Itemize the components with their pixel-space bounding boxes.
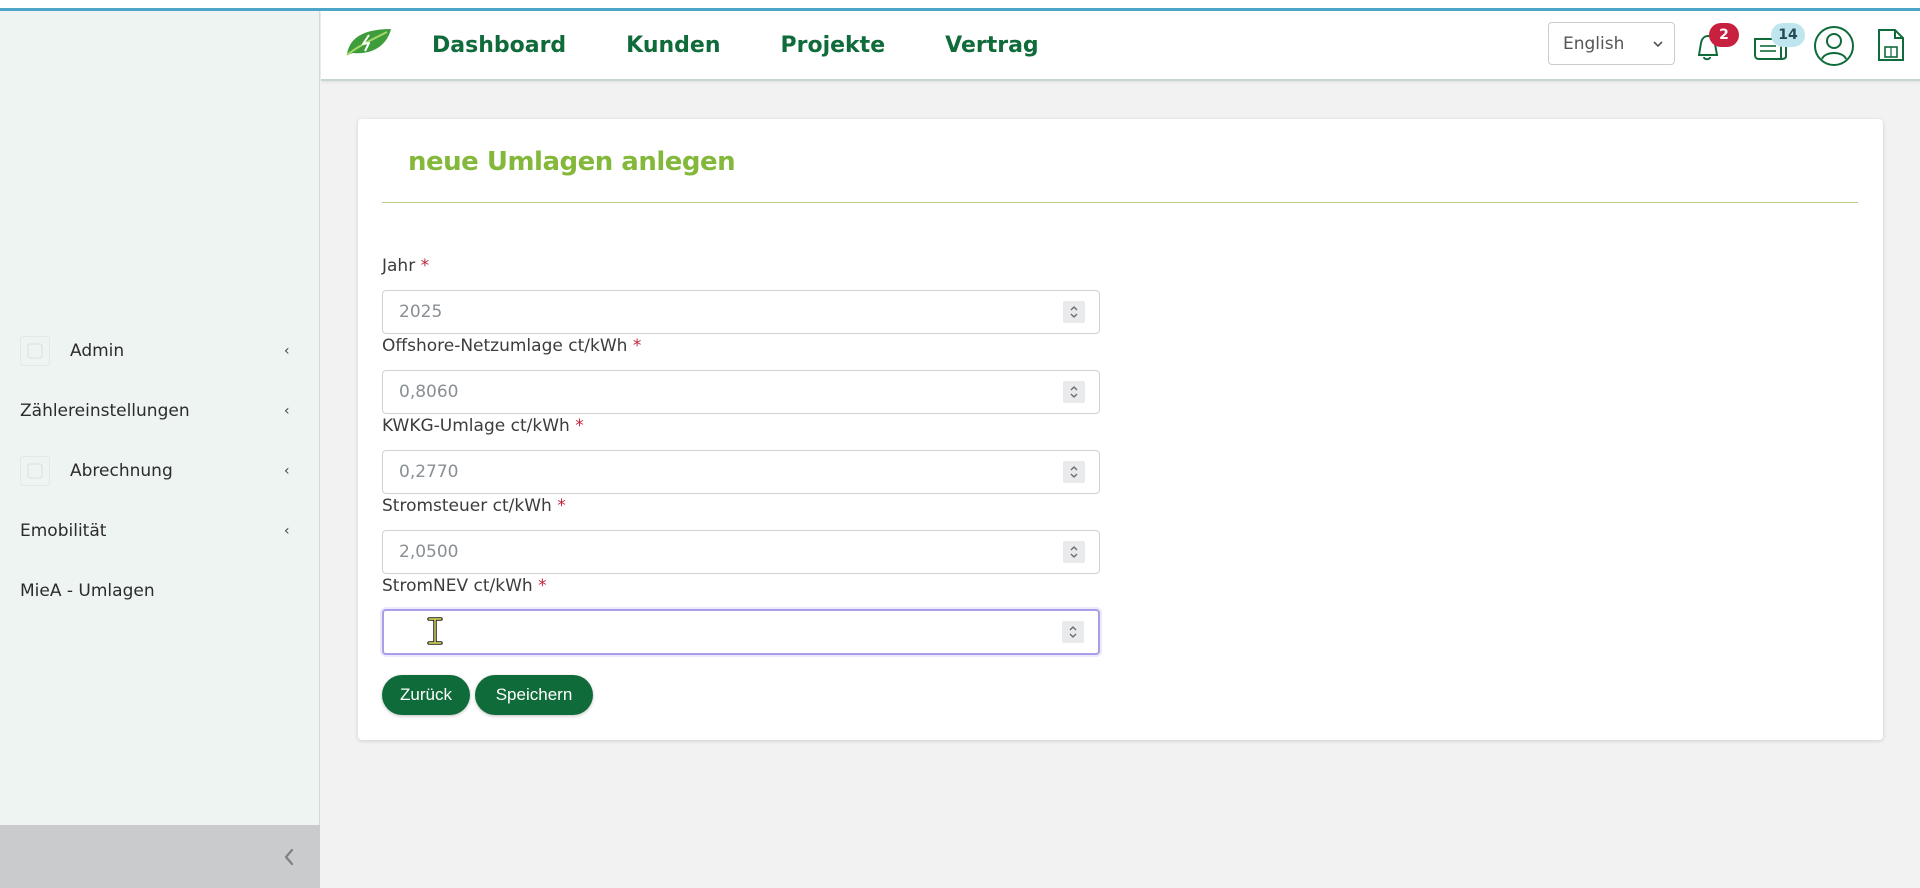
document-building-icon [1878, 29, 1904, 61]
offshore-input-value: 0,8060 [399, 382, 459, 402]
nav-vertrag[interactable]: Vertrag [945, 33, 1039, 58]
offshore-netzumlage-input[interactable]: 0,8060 [382, 370, 1100, 414]
chevron-up-icon [1070, 306, 1078, 311]
billing-icon [20, 456, 50, 486]
chevron-down-icon [1070, 393, 1078, 398]
text-cursor-icon [427, 617, 443, 645]
chevron-down-icon [1070, 313, 1078, 318]
field-label-text: Jahr [382, 256, 416, 276]
field-label-stromnev: StromNEV ct/kWh * [382, 576, 547, 596]
field-label-offshore: Offshore-Netzumlage ct/kWh * [382, 336, 641, 356]
stromsteuer-input-value: 2,0500 [399, 542, 459, 562]
page-title: neue Umlagen anlegen [408, 147, 736, 177]
sidebar: Admin ‹ Zählereinstellungen ‹ Abrechnung… [0, 11, 320, 888]
top-accent-line [0, 0, 1920, 11]
field-label-text: KWKG-Umlage ct/kWh [382, 416, 570, 436]
user-avatar-icon [1814, 26, 1854, 66]
required-marker: * [420, 256, 430, 276]
field-label-kwkg: KWKG-Umlage ct/kWh * [382, 416, 584, 436]
chevron-up-icon [1070, 466, 1078, 471]
sidebar-item-emobilitaet[interactable]: Emobilität ‹ [0, 507, 320, 555]
field-label-text: Stromsteuer ct/kWh [382, 496, 552, 516]
kwkg-input-value: 0,2770 [399, 462, 459, 482]
notifications-button[interactable]: 2 [1691, 23, 1739, 65]
required-marker: * [538, 576, 547, 596]
required-marker: * [557, 496, 566, 516]
number-spinner[interactable] [1063, 381, 1085, 403]
sidebar-item-label: Zählereinstellungen [20, 401, 190, 421]
top-header: Dashboard Kunden Projekte Vertrag Englis… [321, 11, 1920, 81]
chevron-left-icon [284, 848, 294, 865]
stromnev-input[interactable] [382, 609, 1100, 655]
jahr-input[interactable]: 2025 [382, 290, 1100, 334]
document-building-button[interactable] [1876, 27, 1910, 67]
user-profile-button[interactable] [1813, 25, 1857, 69]
field-label-text: Offshore-Netzumlage ct/kWh [382, 336, 628, 356]
sidebar-item-miea-umlagen[interactable]: MieA - Umlagen [0, 567, 320, 615]
sidebar-item-admin[interactable]: Admin ‹ [0, 327, 320, 375]
field-label-jahr: Jahr * [382, 256, 429, 276]
nav-dashboard[interactable]: Dashboard [432, 33, 566, 58]
news-count-badge: 14 [1771, 23, 1805, 47]
nav-projekte[interactable]: Projekte [781, 33, 886, 58]
nav-kunden[interactable]: Kunden [626, 33, 720, 58]
chevron-left-icon: ‹ [284, 463, 290, 479]
news-button[interactable]: 14 [1751, 23, 1805, 65]
sidebar-item-zaehlereinstellungen[interactable]: Zählereinstellungen ‹ [0, 387, 320, 435]
required-marker: * [575, 416, 584, 436]
notifications-count-badge: 2 [1709, 23, 1739, 47]
field-label-stromsteuer: Stromsteuer ct/kWh * [382, 496, 566, 516]
chevron-up-icon [1070, 386, 1078, 391]
number-spinner[interactable] [1062, 621, 1084, 643]
sidebar-item-label: Emobilität [20, 521, 107, 541]
main-nav: Dashboard Kunden Projekte Vertrag [432, 11, 1039, 79]
chevron-down-icon [1070, 473, 1078, 478]
chevron-left-icon: ‹ [284, 343, 290, 359]
chevron-up-icon [1070, 546, 1078, 551]
kwkg-umlage-input[interactable]: 0,2770 [382, 450, 1100, 494]
title-divider [382, 202, 1858, 203]
chevron-up-icon [1069, 626, 1077, 631]
chevron-left-icon: ‹ [284, 523, 290, 539]
chevron-down-icon [1069, 633, 1077, 638]
number-spinner[interactable] [1063, 301, 1085, 323]
language-select-value: English [1563, 33, 1625, 54]
chevron-down-icon [1653, 40, 1663, 47]
sidebar-item-abrechnung[interactable]: Abrechnung ‹ [0, 447, 320, 495]
field-label-text: StromNEV ct/kWh [382, 576, 533, 596]
save-button[interactable]: Speichern [475, 675, 593, 715]
language-select[interactable]: English [1548, 22, 1675, 65]
admin-icon [20, 336, 50, 366]
required-marker: * [632, 336, 642, 356]
jahr-input-value: 2025 [399, 302, 443, 322]
sidebar-item-label: Admin [70, 341, 125, 361]
back-button[interactable]: Zurück [382, 675, 470, 715]
number-spinner[interactable] [1063, 541, 1085, 563]
number-spinner[interactable] [1063, 461, 1085, 483]
sidebar-collapse-button[interactable] [0, 825, 320, 888]
chevron-left-icon: ‹ [284, 403, 290, 419]
create-levies-card: neue Umlagen anlegen Jahr * 2025 Offshor… [358, 119, 1883, 740]
chevron-down-icon [1070, 553, 1078, 558]
sidebar-item-label: Abrechnung [70, 461, 173, 481]
brand-logo-icon[interactable] [343, 25, 395, 59]
stromsteuer-input[interactable]: 2,0500 [382, 530, 1100, 574]
sidebar-item-label: MieA - Umlagen [20, 581, 155, 601]
